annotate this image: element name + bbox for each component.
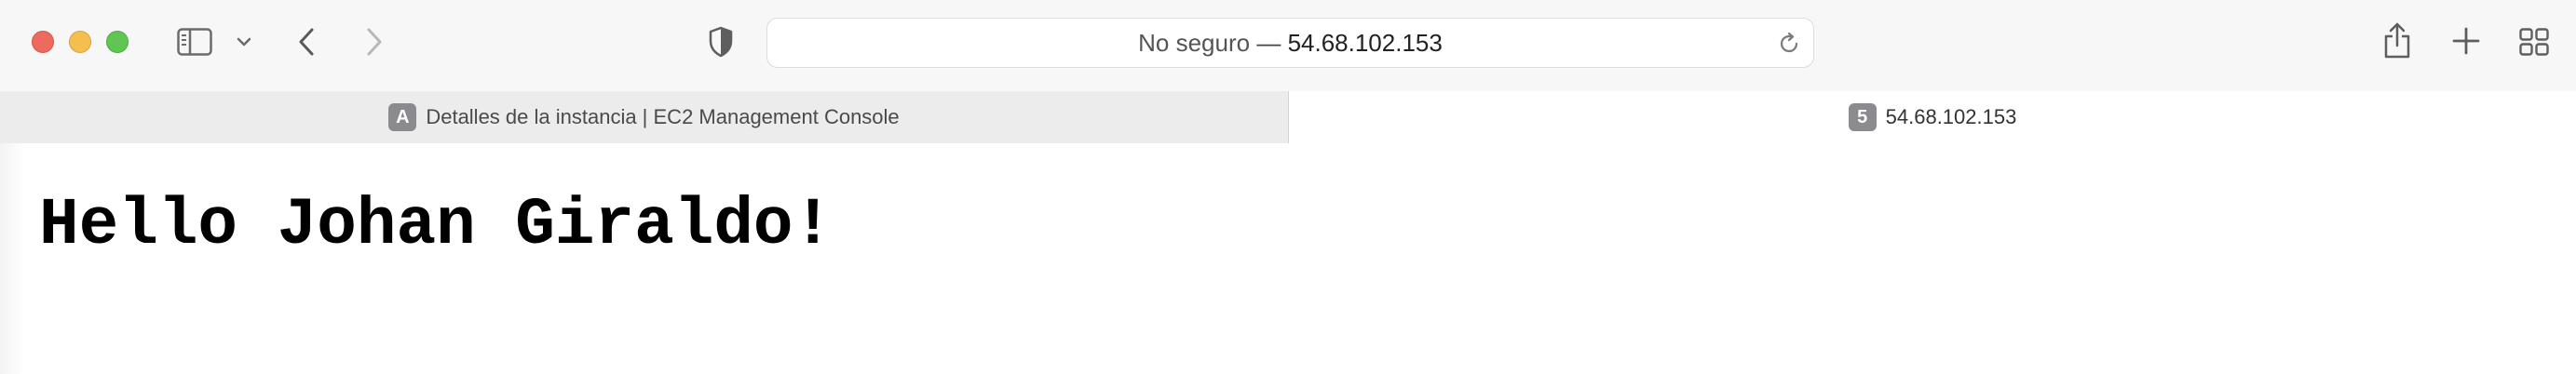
chevron-right-icon[interactable] — [362, 25, 386, 59]
zoom-window-button[interactable] — [106, 31, 129, 53]
grid-icon[interactable] — [2519, 27, 2549, 57]
tab-bar: A Detalles de la instancia | EC2 Managem… — [0, 91, 2576, 143]
tab-favicon-badge: 5 — [1848, 103, 1877, 131]
tab-current-page[interactable]: 5 54.68.102.153 — [1289, 91, 2576, 143]
address-host: 54.68.102.153 — [1287, 28, 1443, 57]
tab-ec2-console[interactable]: A Detalles de la instancia | EC2 Managem… — [0, 91, 1289, 143]
close-window-button[interactable] — [32, 31, 54, 53]
tab-title: 54.68.102.153 — [1885, 105, 2017, 128]
address-bar[interactable]: No seguro — 54.68.102.153 — [766, 18, 1814, 68]
plus-icon[interactable] — [2451, 26, 2481, 56]
minimize-window-button[interactable] — [69, 31, 91, 53]
security-label: No seguro — [1138, 28, 1251, 57]
sidebar-icon[interactable] — [176, 26, 213, 58]
address-separator: — — [1250, 28, 1288, 57]
chevron-down-icon[interactable] — [235, 33, 253, 50]
chevron-left-icon[interactable] — [294, 25, 319, 59]
shield-icon[interactable] — [707, 25, 735, 59]
page-content: Hello Johan Giraldo! — [0, 143, 2576, 374]
reload-icon[interactable] — [1776, 31, 1802, 57]
browser-window: No seguro — 54.68.102.153 A Detalles de … — [0, 0, 2576, 374]
page-heading: Hello Johan Giraldo! — [39, 189, 834, 263]
share-icon[interactable] — [2381, 19, 2413, 61]
address-text[interactable]: No seguro — 54.68.102.153 — [767, 19, 1813, 67]
tab-favicon-badge: A — [388, 103, 417, 131]
browser-toolbar: No seguro — 54.68.102.153 — [0, 0, 2576, 91]
tab-title: Detalles de la instancia | EC2 Managemen… — [426, 105, 900, 128]
